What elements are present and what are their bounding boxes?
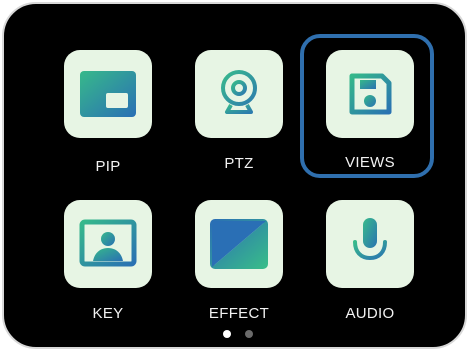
pip-tile[interactable] [64, 50, 152, 138]
views-tile[interactable] [326, 50, 414, 138]
device-screen: PIP PTZ VIEWS KEY EFFECT AUDIO [2, 2, 467, 349]
menu-item-label: AUDIO [345, 305, 395, 322]
menu-item-label: EFFECT [208, 305, 270, 322]
page-dot-active[interactable] [223, 330, 231, 338]
effect-tile[interactable] [195, 200, 283, 288]
audio-tile[interactable] [326, 200, 414, 288]
menu-item-label: VIEWS [345, 154, 395, 171]
key-tile[interactable] [64, 200, 152, 288]
menu-item-label: PIP [95, 158, 121, 175]
menu-item-label: PTZ [224, 155, 254, 172]
page-dot-inactive[interactable] [245, 330, 253, 338]
ptz-tile[interactable] [195, 50, 283, 138]
menu-item-label: KEY [92, 305, 124, 322]
